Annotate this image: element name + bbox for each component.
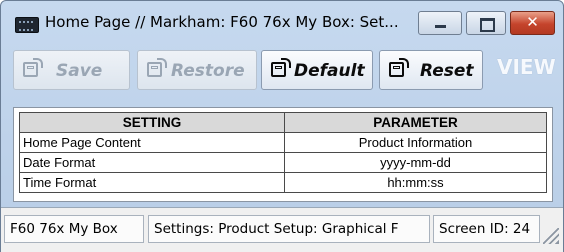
parameter-cell[interactable]: hh:mm:ss bbox=[284, 172, 547, 193]
parameter-cell[interactable]: yyyy-mm-dd bbox=[284, 152, 547, 173]
close-icon: ✕ bbox=[526, 13, 539, 31]
header-parameter: PARAMETER bbox=[284, 112, 547, 133]
close-button[interactable]: ✕ bbox=[510, 11, 555, 35]
table-row[interactable]: Date Format yyyy-mm-dd bbox=[19, 152, 547, 173]
view-label: VIEW bbox=[497, 55, 556, 79]
reset-button[interactable]: Reset bbox=[379, 50, 483, 90]
table-row[interactable]: Home Page Content Product Information bbox=[19, 132, 547, 153]
settings-window: Home Page // Markham: F60 76x My Box: Se… bbox=[0, 0, 564, 252]
restore-icon bbox=[147, 58, 167, 77]
save-button[interactable]: Save bbox=[13, 50, 130, 90]
status-bar: F60 76x My Box Settings: Product Setup: … bbox=[1, 207, 563, 252]
table-header-row: SETTING PARAMETER bbox=[19, 112, 547, 133]
settings-table: SETTING PARAMETER Home Page Content Prod… bbox=[19, 112, 547, 193]
maximize-button[interactable] bbox=[466, 11, 506, 35]
resize-grip-icon[interactable] bbox=[543, 228, 559, 244]
app-window-icon bbox=[15, 17, 39, 33]
parameter-cell[interactable]: Product Information bbox=[284, 132, 547, 153]
default-icon bbox=[271, 58, 291, 77]
save-icon bbox=[23, 58, 43, 77]
minimize-icon bbox=[435, 25, 446, 28]
setting-cell: Date Format bbox=[19, 152, 285, 173]
default-label: Default bbox=[294, 61, 365, 81]
restore-button[interactable]: Restore bbox=[137, 50, 257, 90]
status-device: F60 76x My Box bbox=[4, 215, 144, 243]
toolbar: Save Restore Default Reset VIEW bbox=[13, 50, 556, 94]
restore-label: Restore bbox=[171, 61, 245, 81]
setting-cell: Home Page Content bbox=[19, 132, 285, 153]
table-row[interactable]: Time Format hh:mm:ss bbox=[19, 172, 547, 193]
setting-cell: Time Format bbox=[19, 172, 285, 193]
window-title: Home Page // Markham: F60 76x My Box: Se… bbox=[45, 13, 399, 31]
header-setting: SETTING bbox=[19, 112, 285, 133]
minimize-button[interactable] bbox=[418, 11, 462, 35]
title-bar[interactable]: Home Page // Markham: F60 76x My Box: Se… bbox=[1, 1, 563, 47]
status-settings-path: Settings: Product Setup: Graphical F bbox=[148, 215, 430, 243]
save-label: Save bbox=[56, 61, 103, 81]
reset-icon bbox=[389, 58, 409, 77]
default-button[interactable]: Default bbox=[261, 50, 373, 90]
status-screen-id: Screen ID: 24 bbox=[433, 215, 540, 243]
settings-table-panel: SETTING PARAMETER Home Page Content Prod… bbox=[13, 107, 553, 202]
maximize-icon bbox=[480, 18, 495, 32]
reset-label: Reset bbox=[420, 61, 474, 81]
